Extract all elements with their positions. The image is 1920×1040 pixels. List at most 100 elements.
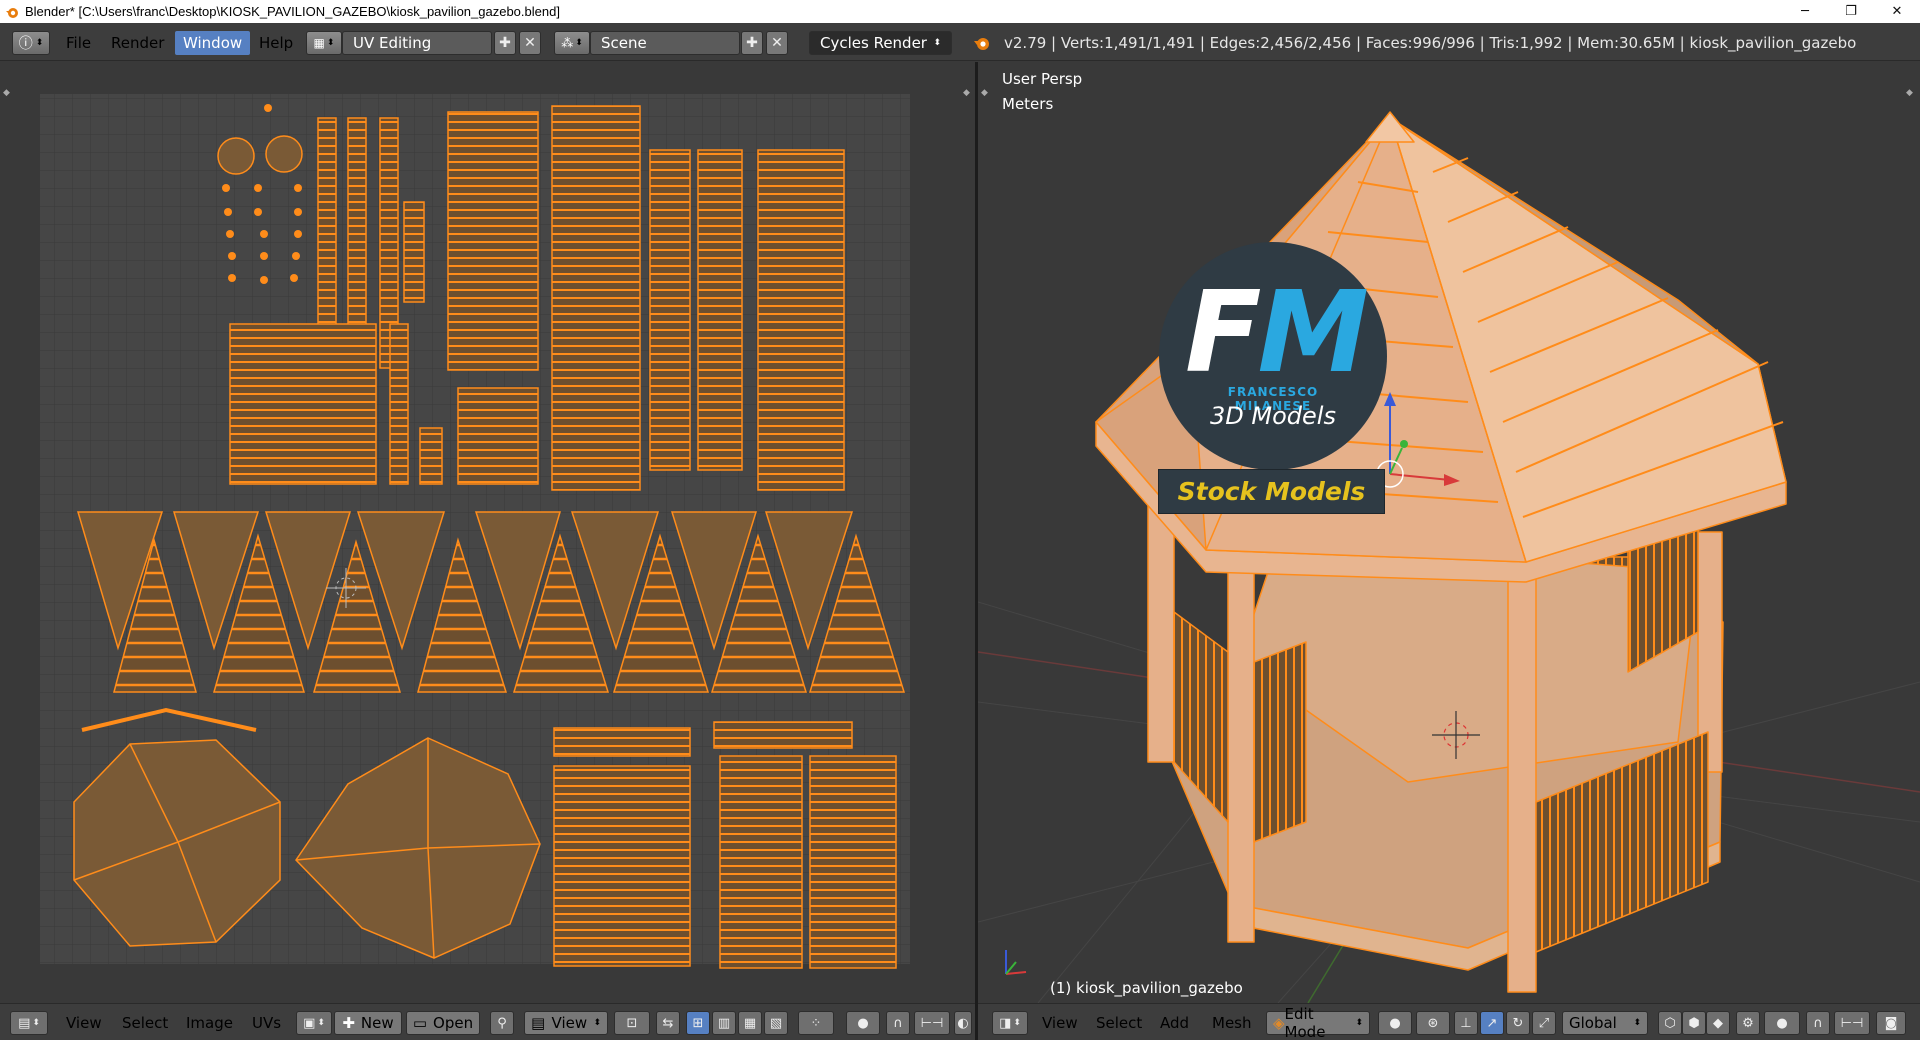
- scale-manipulator-button[interactable]: ⤢: [1532, 1011, 1556, 1035]
- scene-statistics: v2.79 | Verts:1,491/1,491 | Edges:2,456/…: [1004, 34, 1857, 52]
- chevron-updown-icon: ⬍: [35, 38, 44, 48]
- island-select-mode-button[interactable]: ▧: [764, 1011, 788, 1035]
- screen-layout-browse-button[interactable]: ▦ ⬍: [306, 31, 342, 55]
- sticky-select-mode[interactable]: ⁘: [798, 1011, 834, 1035]
- pivot-select[interactable]: ⊡: [614, 1011, 650, 1035]
- menu-file[interactable]: File: [58, 31, 99, 55]
- image-editor-icon: ▤: [18, 1015, 31, 1031]
- manipulator-icon: ⊥: [1460, 1015, 1472, 1031]
- proportional-edit-icon: ●: [857, 1015, 869, 1031]
- info-header: ⓘ ⬍ File Render Window Help ▦ ⬍ UV Editing…: [0, 23, 1920, 61]
- menu-render[interactable]: Render: [103, 31, 172, 55]
- blender-logo-icon: [974, 38, 989, 50]
- sync-icon: ⇆: [662, 1015, 674, 1031]
- plus-icon: ✚: [746, 35, 758, 51]
- uv-menu-image[interactable]: Image: [186, 1011, 233, 1035]
- image-icon: ▣: [303, 1015, 316, 1031]
- editor-type-info-button[interactable]: ⓘ ⬍: [12, 31, 50, 55]
- uv-menu-select[interactable]: Select: [122, 1011, 168, 1035]
- pin-image-button[interactable]: ⚲: [490, 1011, 514, 1035]
- sticky-select-icon: ⁘: [810, 1015, 822, 1031]
- chevron-updown-icon: ⬍: [933, 38, 941, 48]
- snap-element-icon: ⊢⊣: [920, 1015, 944, 1031]
- scale-icon: ⤢: [1538, 1015, 1550, 1031]
- uv-view-mode-label: View: [551, 1014, 588, 1032]
- face-select-mode-button-3d[interactable]: ◆: [1706, 1011, 1730, 1035]
- limit-selection-visible-button[interactable]: ⚙: [1736, 1011, 1760, 1035]
- close-button[interactable]: ✕: [1874, 0, 1920, 23]
- scene-icon: ⁂: [561, 36, 574, 50]
- interaction-mode-select[interactable]: ◈ Edit Mode ⬍: [1266, 1005, 1370, 1040]
- edit-mode-icon: ◈: [1273, 1014, 1285, 1032]
- open-image-label: Open: [433, 1014, 474, 1032]
- transform-orientation-select[interactable]: Global ⬍: [1562, 1011, 1648, 1035]
- rotate-manipulator-button[interactable]: ↻: [1506, 1011, 1530, 1035]
- plus-icon: ✚: [342, 1014, 355, 1032]
- snap-toggle[interactable]: ∩: [886, 1011, 910, 1035]
- image-browse-button[interactable]: ▣ ⬍: [296, 1011, 332, 1035]
- open-image-button[interactable]: ▭ Open: [406, 1011, 480, 1035]
- transform-orientation-label: Global: [1569, 1014, 1617, 1032]
- new-image-button[interactable]: ✚ New: [334, 1011, 402, 1035]
- scene-browse-button[interactable]: ⁂ ⬍: [554, 31, 590, 55]
- minimize-button[interactable]: ─: [1782, 0, 1828, 23]
- chevron-updown-icon: ⬍: [1013, 1018, 1021, 1028]
- brand-subtitle: 3D Models: [1210, 402, 1336, 430]
- screen-layout-field[interactable]: UV Editing: [342, 31, 492, 55]
- vertex-select-mode-button[interactable]: ⊞: [686, 1011, 710, 1035]
- add-screen-layout-button[interactable]: ✚: [494, 31, 516, 55]
- uv-canvas[interactable]: [0, 62, 974, 1003]
- scene-field[interactable]: Scene: [590, 31, 740, 55]
- pivot-point-select[interactable]: ⊛: [1416, 1011, 1450, 1035]
- remove-screen-layout-button[interactable]: ✕: [519, 31, 541, 55]
- 3d-viewport[interactable]: ◆ ◆ User Persp Meters (1) kiosk_pavilion…: [978, 62, 1920, 1003]
- folder-icon: ▭: [412, 1014, 428, 1032]
- chevron-updown-icon: ⬍: [317, 1018, 325, 1028]
- snap-toggle-3d[interactable]: ∩: [1806, 1011, 1830, 1035]
- overflow-icon: ◐: [957, 1015, 969, 1031]
- pivot-icon: ⊛: [1427, 1015, 1439, 1031]
- proportional-edit-select[interactable]: ●: [846, 1011, 880, 1035]
- uv-menu-view[interactable]: View: [66, 1011, 102, 1035]
- viewport-menu-add[interactable]: Add: [1160, 1011, 1189, 1035]
- edge-select-mode-button-3d[interactable]: ⬢: [1682, 1011, 1706, 1035]
- face-select-icon: ▦: [743, 1015, 757, 1031]
- sync-selection-button[interactable]: ⇆: [656, 1011, 680, 1035]
- active-object-label: (1) kiosk_pavilion_gazebo: [1050, 979, 1243, 997]
- info-icon: ⓘ: [18, 36, 33, 52]
- viewport-menu-view[interactable]: View: [1042, 1011, 1078, 1035]
- face-select-mode-button[interactable]: ▦: [738, 1011, 762, 1035]
- snap-element-select[interactable]: ⊢⊣: [914, 1011, 950, 1035]
- chevron-updown-icon: ⬍: [1355, 1018, 1363, 1028]
- editor-type-3d-button[interactable]: ◨ ⬍: [992, 1011, 1028, 1035]
- gazebo-mesh: [1095, 111, 1787, 993]
- manipulator-toggle[interactable]: ⊥: [1454, 1011, 1478, 1035]
- snap-element-select-3d[interactable]: ⊢⊣: [1834, 1011, 1870, 1035]
- viewport-menu-mesh[interactable]: Mesh: [1212, 1011, 1252, 1035]
- menu-window[interactable]: Window: [175, 31, 251, 55]
- axis-orientation-gizmo: [1005, 950, 1027, 975]
- shading-mode-select[interactable]: ●: [1378, 1011, 1412, 1035]
- translate-manipulator-button[interactable]: ↗: [1480, 1011, 1504, 1035]
- uv-menu-uvs[interactable]: UVs: [252, 1011, 281, 1035]
- uv-mode-select[interactable]: ▤ View ⬍: [524, 1011, 608, 1035]
- uv-image-editor[interactable]: ◆ ◆: [0, 62, 974, 1003]
- add-scene-button[interactable]: ✚: [741, 31, 763, 55]
- overflow-button[interactable]: ◐: [954, 1011, 972, 1035]
- proportional-edit-select-3d[interactable]: ●: [1764, 1011, 1800, 1035]
- remove-scene-button[interactable]: ✕: [766, 31, 788, 55]
- viewport-menu-select[interactable]: Select: [1096, 1011, 1142, 1035]
- opengl-render-button[interactable]: ◙: [1876, 1011, 1906, 1035]
- chevron-updown-icon: ⬍: [32, 1018, 40, 1028]
- layout-grid-icon: ▦: [313, 36, 325, 50]
- maximize-button[interactable]: ❐: [1828, 0, 1874, 23]
- render-engine-select[interactable]: Cycles Render ⬍: [809, 31, 952, 55]
- face-select-icon: ◆: [1713, 1015, 1723, 1031]
- interaction-mode-label: Edit Mode: [1284, 1005, 1326, 1040]
- menu-help[interactable]: Help: [251, 31, 301, 55]
- plus-icon: ✚: [499, 35, 511, 51]
- edge-select-mode-button[interactable]: ▥: [712, 1011, 736, 1035]
- editor-type-uv-button[interactable]: ▤ ⬍: [10, 1011, 48, 1035]
- vertex-select-mode-button-3d[interactable]: ⬡: [1658, 1011, 1682, 1035]
- viewport-scene: [978, 111, 1920, 1003]
